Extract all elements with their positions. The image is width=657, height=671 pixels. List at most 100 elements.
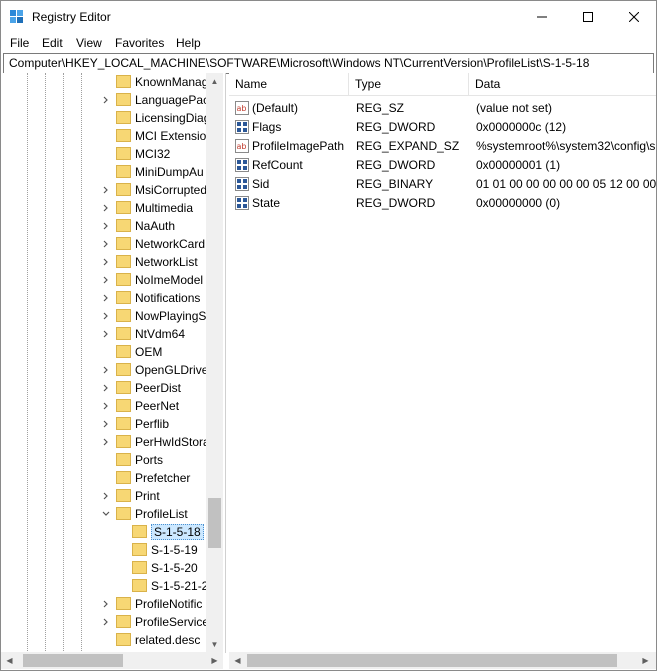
close-button[interactable] — [611, 1, 656, 33]
menu-edit[interactable]: Edit — [42, 36, 63, 50]
tree-vertical-scrollbar[interactable]: ▲ ▼ — [206, 73, 223, 653]
binary-value-icon — [235, 158, 249, 172]
title-bar[interactable]: Registry Editor — [1, 1, 656, 33]
tree-node-label: S-1-5-20 — [151, 561, 198, 575]
tree-scroll-thumb[interactable] — [208, 498, 221, 548]
chevron-right-icon[interactable] — [101, 383, 111, 393]
chevron-right-icon[interactable] — [101, 257, 111, 267]
tree-node[interactable]: PeerNet — [1, 397, 206, 415]
tree-node[interactable]: LanguagePac — [1, 91, 209, 109]
folder-icon — [116, 471, 131, 484]
chevron-right-icon[interactable] — [101, 275, 111, 285]
chevron-right-icon[interactable] — [101, 437, 111, 447]
column-header-name[interactable]: Name — [229, 73, 349, 95]
tree-node[interactable]: Print — [1, 487, 206, 505]
tree-node-label: MCI32 — [135, 147, 171, 161]
tree-node[interactable]: NoImeModel — [1, 271, 206, 289]
scroll-left-arrow[interactable]: ◀ — [229, 652, 246, 669]
svg-text:ab: ab — [237, 142, 247, 151]
values-list-pane[interactable]: Name Type Data ab (Default) REG_SZ (value n… — [229, 73, 656, 653]
chevron-right-icon[interactable] — [101, 203, 111, 213]
value-row[interactable]: Flags REG_DWORD 0x0000000c (12) — [229, 118, 656, 137]
tree-node[interactable]: MCI Extensio — [1, 127, 206, 145]
tree-node[interactable]: ProfileList — [1, 505, 206, 523]
value-type: REG_BINARY — [356, 177, 434, 191]
value-data: 01 01 00 00 00 00 00 05 12 00 00 00 — [476, 177, 656, 191]
tree-node[interactable]: OEM — [1, 343, 206, 361]
value-row[interactable]: RefCount REG_DWORD 0x00000001 (1) — [229, 156, 656, 175]
tree-node[interactable]: ProfileNotific — [1, 595, 206, 613]
tree-node-label: OEM — [135, 345, 163, 359]
tree-node[interactable]: Ports — [1, 451, 206, 469]
chevron-right-icon[interactable] — [101, 401, 111, 411]
tree-node[interactable]: NtVdm64 — [1, 325, 206, 343]
chevron-right-icon[interactable] — [101, 293, 111, 303]
scroll-left-arrow[interactable]: ◀ — [1, 652, 18, 669]
menu-view[interactable]: View — [76, 36, 102, 50]
folder-icon — [116, 399, 131, 412]
tree-node[interactable]: ProfileService — [1, 613, 210, 631]
minimize-button[interactable] — [519, 1, 565, 33]
chevron-right-icon[interactable] — [101, 329, 111, 339]
scroll-down-arrow[interactable]: ▼ — [206, 636, 223, 653]
tree-node[interactable]: NaAuth — [1, 217, 206, 235]
chevron-down-icon[interactable] — [101, 509, 111, 519]
column-header-data[interactable]: Data — [469, 73, 656, 95]
list-hscroll-thumb[interactable] — [247, 654, 617, 667]
tree-node[interactable]: S-1-5-21-2 — [1, 577, 208, 595]
tree-node-label: ProfileService — [135, 615, 210, 629]
chevron-right-icon[interactable] — [101, 95, 111, 105]
chevron-right-icon[interactable] — [101, 365, 111, 375]
tree-node[interactable]: Notifications — [1, 289, 206, 307]
tree-node[interactable]: LicensingDiag — [1, 109, 210, 127]
tree-node[interactable]: related.desc — [1, 631, 206, 649]
tree-node[interactable]: OpenGLDrive — [1, 361, 208, 379]
tree-node[interactable]: PeerDist — [1, 379, 206, 397]
folder-icon — [132, 579, 147, 592]
chevron-right-icon[interactable] — [101, 311, 111, 321]
tree-hscroll-thumb[interactable] — [23, 654, 123, 667]
menu-help[interactable]: Help — [176, 36, 201, 50]
menu-file[interactable]: File — [10, 36, 29, 50]
value-type: REG_EXPAND_SZ — [356, 139, 460, 153]
value-row[interactable]: State REG_DWORD 0x00000000 (0) — [229, 194, 656, 213]
folder-icon — [116, 597, 131, 610]
column-header-type[interactable]: Type — [349, 73, 469, 95]
chevron-right-icon[interactable] — [101, 599, 111, 609]
chevron-right-icon[interactable] — [101, 239, 111, 249]
key-tree-pane[interactable]: KnownManag LanguagePac LicensingDiag MCI Ex… — [1, 73, 226, 653]
tree-node-label: Multimedia — [135, 201, 194, 215]
value-row[interactable]: Sid REG_BINARY 01 01 00 00 00 00 00 05 12 … — [229, 175, 656, 194]
tree-node[interactable]: S-1-5-20 — [1, 559, 206, 577]
chevron-right-icon[interactable] — [101, 419, 111, 429]
tree-node[interactable]: Multimedia — [1, 199, 206, 217]
tree-node[interactable]: MiniDumpAu — [1, 163, 206, 181]
address-bar[interactable]: Computer\HKEY_LOCAL_MACHINE\SOFTWARE\Mic… — [3, 53, 654, 74]
tree-node[interactable]: KnownManag — [1, 73, 208, 91]
list-header: Name Type Data — [229, 73, 656, 96]
tree-node[interactable]: Prefetcher — [1, 469, 206, 487]
maximize-button[interactable] — [565, 1, 611, 33]
tree-node[interactable]: MsiCorrupted — [1, 181, 207, 199]
list-horizontal-scrollbar[interactable]: ◀ ▶ — [229, 652, 656, 669]
tree-horizontal-scrollbar[interactable]: ◀ ▶ — [1, 652, 223, 669]
tree-node[interactable]: NowPlayingS — [1, 307, 206, 325]
menu-favorites[interactable]: Favorites — [115, 36, 164, 50]
chevron-right-icon[interactable] — [101, 617, 111, 627]
scroll-right-arrow[interactable]: ▶ — [637, 652, 654, 669]
chevron-right-icon[interactable] — [101, 221, 111, 231]
scroll-right-arrow[interactable]: ▶ — [206, 652, 223, 669]
tree-node[interactable]: NetworkList — [1, 253, 206, 271]
tree-node[interactable]: MCI32 — [1, 145, 206, 163]
tree-node[interactable]: S-1-5-19 — [1, 541, 206, 559]
tree-node[interactable]: PerHwIdStora — [1, 433, 210, 451]
tree-node[interactable]: Perflib — [1, 415, 206, 433]
value-row[interactable]: ab ProfileImagePath REG_EXPAND_SZ %systemro… — [229, 137, 656, 156]
chevron-right-icon[interactable] — [101, 185, 111, 195]
chevron-right-icon[interactable] — [101, 491, 111, 501]
value-name: State — [252, 196, 281, 210]
value-row[interactable]: ab (Default) REG_SZ (value not set) — [229, 99, 656, 118]
tree-node[interactable]: S-1-5-18 — [1, 523, 206, 541]
scroll-up-arrow[interactable]: ▲ — [206, 73, 223, 90]
tree-node[interactable]: NetworkCard — [1, 235, 206, 253]
